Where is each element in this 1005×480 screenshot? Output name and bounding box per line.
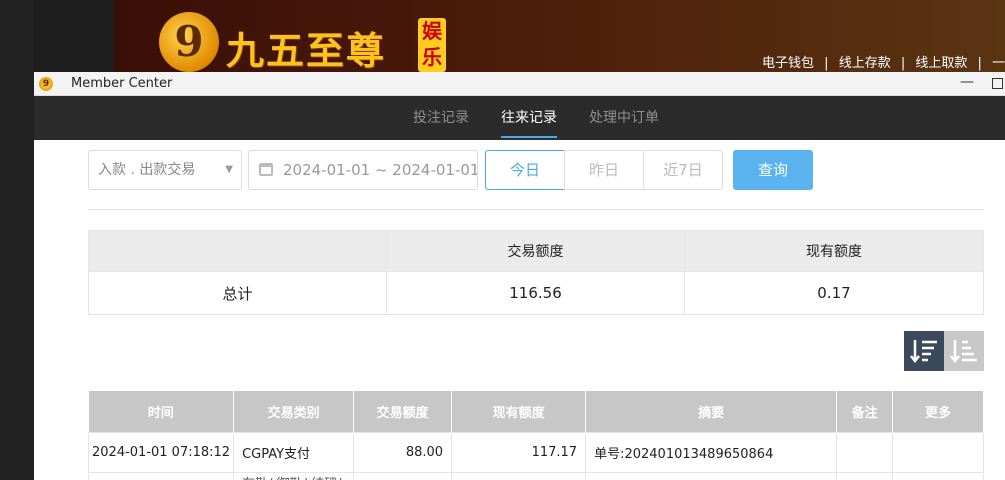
column-header-summary: 摘要 xyxy=(585,391,838,432)
top-link-withdraw[interactable]: 线上取款 xyxy=(915,56,967,71)
table-row: 有勒/ 御勒/ 结砰/ xyxy=(87,471,984,480)
summary-table: 交易额度 现有额度 总计 116.56 0.17 xyxy=(88,230,984,315)
tab-pending-orders[interactable]: 处理中订单 xyxy=(589,96,659,140)
calendar-icon xyxy=(259,163,273,176)
sort-ascending-button[interactable] xyxy=(944,331,984,371)
site-header: 9 九五至尊 娱乐 电子钱包 | 线上存款 | 线上取款 | 一键归 xyxy=(34,0,1005,73)
transaction-records-table: 时间 交易类别 交易额度 现有额度 摘要 备注 更多 2024-01-01 07… xyxy=(87,391,984,480)
summary-total-balance: 0.17 xyxy=(684,271,984,315)
top-link-separator: | xyxy=(977,56,982,71)
minimize-button[interactable]: — xyxy=(959,74,975,92)
divider xyxy=(88,209,984,210)
column-header-time: 时间 xyxy=(88,391,235,432)
summary-header-amount: 交易额度 xyxy=(386,230,685,272)
column-header-type: 交易类别 xyxy=(233,391,355,432)
quick-filter-today[interactable]: 今日 xyxy=(485,150,565,190)
transaction-type-value: 入款 . 出款交易 xyxy=(98,162,196,178)
sort-descending-button[interactable] xyxy=(904,331,944,371)
tab-bet-records[interactable]: 投注记录 xyxy=(413,96,469,140)
top-link-deposit[interactable]: 线上存款 xyxy=(839,56,891,71)
summary-header-blank xyxy=(88,230,387,272)
filter-bar: 入款 . 出款交易 ▼ 2024-01-01 ~ 2024-01-01 今日 昨… xyxy=(34,140,1005,210)
cell-summary xyxy=(585,471,838,480)
window-title: Member Center xyxy=(71,76,173,91)
cell-type: 有勒/ 御勒/ 结砰/ xyxy=(233,471,355,480)
table-header-row: 时间 交易类别 交易额度 现有额度 摘要 备注 更多 xyxy=(88,391,984,432)
cell-summary: 单号:202401013489650864 xyxy=(585,431,838,473)
top-link-separator: | xyxy=(900,56,906,71)
chevron-down-icon: ▼ xyxy=(225,164,233,175)
column-header-balance: 现有额度 xyxy=(451,391,587,432)
cell-balance: 117.17 xyxy=(451,431,587,473)
column-header-amount: 交易额度 xyxy=(353,391,453,432)
table-row: 2024-01-01 07:18:12 CGPAY支付 88.00 117.17… xyxy=(87,431,984,473)
cell-time xyxy=(87,471,235,480)
background-left-strip xyxy=(0,0,34,480)
cell-time: 2024-01-01 07:18:12 xyxy=(87,431,235,473)
column-header-more: 更多 xyxy=(892,391,984,432)
cell-note xyxy=(836,431,894,473)
query-button[interactable]: 查询 xyxy=(733,150,813,190)
cell-more[interactable] xyxy=(892,431,984,473)
tab-transaction-records[interactable]: 往来记录 xyxy=(501,96,557,140)
site-logo-text: 九五至尊 xyxy=(226,28,387,73)
date-range-value: 2024-01-01 ~ 2024-01-01 xyxy=(283,161,478,179)
column-header-note: 备注 xyxy=(836,391,894,432)
app-logo-icon: 9 xyxy=(39,77,53,91)
quick-filter-last-7-days[interactable]: 近7日 xyxy=(643,150,723,190)
top-link-one-key-return[interactable]: 一键归 xyxy=(992,56,1005,71)
cell-type: CGPAY支付 xyxy=(233,431,355,473)
sort-descending-icon xyxy=(910,340,937,364)
top-link-separator: | xyxy=(824,56,829,71)
summary-header-balance: 现有额度 xyxy=(684,230,984,272)
logo-mark-icon: 9 xyxy=(159,12,219,72)
cell-amount xyxy=(353,471,453,480)
top-nav-links: 电子钱包 | 线上存款 | 线上取款 | 一键归 xyxy=(759,52,1005,71)
cell-more[interactable] xyxy=(892,471,984,480)
record-tabs: 投注记录 往来记录 处理中订单 xyxy=(34,96,1005,140)
transaction-type-select[interactable]: 入款 . 出款交易 ▼ xyxy=(88,150,242,190)
window-titlebar[interactable]: 9 Member Center — xyxy=(34,72,1005,96)
cell-amount: 88.00 xyxy=(353,431,453,473)
quick-filter-yesterday[interactable]: 昨日 xyxy=(564,150,644,190)
member-center-window: 9 Member Center — 投注记录 往来记录 处理中订单 入款 . 出… xyxy=(34,72,1005,480)
summary-total-amount: 116.56 xyxy=(386,271,685,315)
cell-note xyxy=(836,471,894,480)
site-logo-tag: 娱乐 xyxy=(418,18,446,72)
date-range-input[interactable]: 2024-01-01 ~ 2024-01-01 xyxy=(248,150,478,190)
cell-balance xyxy=(451,471,587,480)
top-link-wallet[interactable]: 电子钱包 xyxy=(762,56,814,71)
summary-total-label: 总计 xyxy=(88,271,387,315)
sort-ascending-icon xyxy=(950,340,977,364)
maximize-button[interactable] xyxy=(992,78,1003,89)
